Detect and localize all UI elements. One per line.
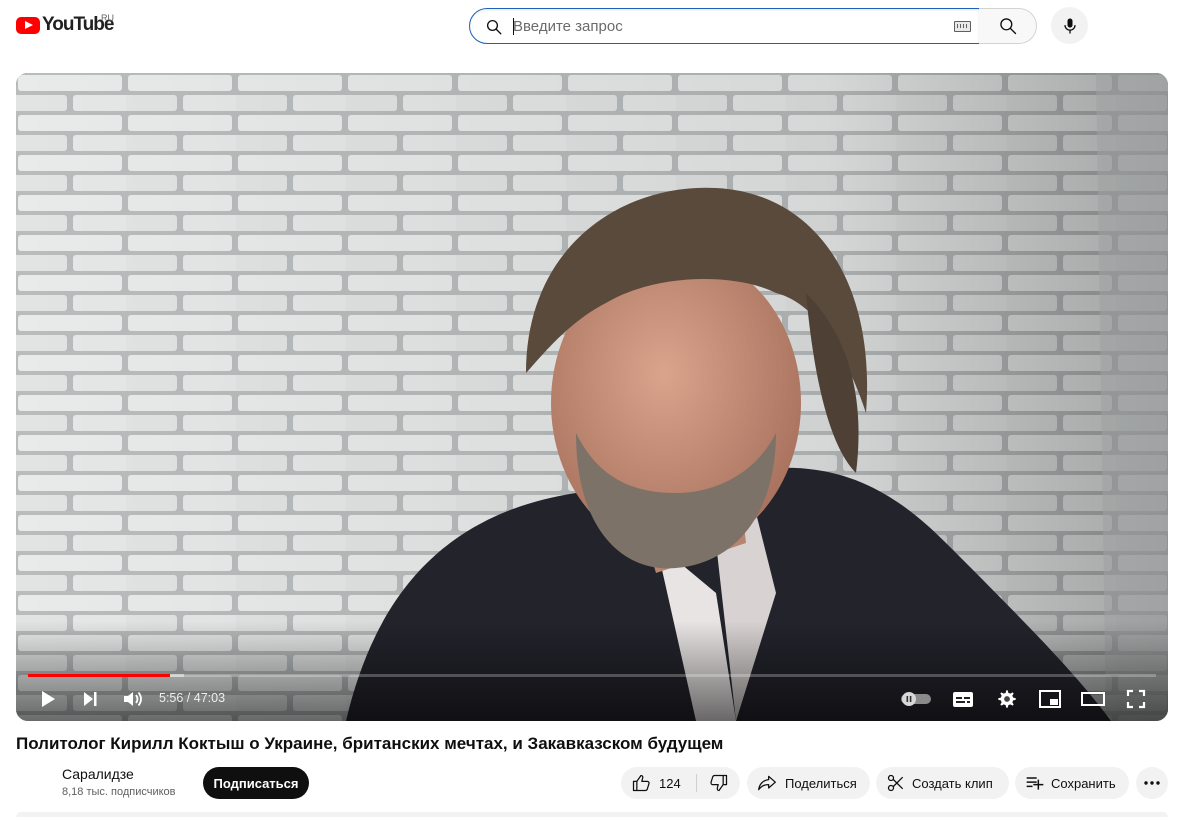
more-horizontal-icon <box>1144 781 1160 785</box>
subtitles-button[interactable] <box>949 686 977 712</box>
save-button[interactable]: Сохранить <box>1015 767 1129 799</box>
miniplayer-icon <box>1039 690 1061 708</box>
like-dislike-group: 124 <box>621 767 740 799</box>
description-box-edge <box>16 812 1168 817</box>
time-display: 5:56 / 47:03 <box>159 691 226 705</box>
fullscreen-icon <box>1126 689 1146 709</box>
region-code: RU <box>101 13 114 23</box>
dislike-button[interactable] <box>697 767 740 799</box>
search-box[interactable] <box>469 8 980 44</box>
play-button[interactable] <box>34 686 62 712</box>
subtitles-icon <box>953 691 973 707</box>
theater-mode-icon <box>1081 692 1105 706</box>
progress-bar[interactable] <box>28 674 1156 677</box>
search-icon <box>999 18 1016 35</box>
save-label: Сохранить <box>1051 775 1116 791</box>
fullscreen-button[interactable] <box>1122 686 1150 712</box>
voice-search-button[interactable] <box>1051 7 1088 44</box>
thumbs-down-icon <box>709 774 727 792</box>
channel-name[interactable]: Саралидзе <box>62 766 134 782</box>
share-icon <box>758 775 776 791</box>
autoplay-toggle[interactable] <box>900 686 932 712</box>
like-count: 124 <box>659 775 681 791</box>
theater-mode-button[interactable] <box>1078 686 1108 712</box>
share-button[interactable]: Поделиться <box>747 767 870 799</box>
volume-icon <box>124 691 142 707</box>
next-button[interactable] <box>76 686 104 712</box>
progress-played <box>28 674 171 677</box>
text-caret <box>513 18 514 35</box>
create-clip-button[interactable]: Создать клип <box>876 767 1009 799</box>
play-icon <box>42 691 55 707</box>
youtube-logo[interactable]: YouTube <box>16 14 114 36</box>
search-button[interactable] <box>979 8 1037 44</box>
clip-label: Создать клип <box>912 775 993 791</box>
video-title: Политолог Кирилл Коктыш о Украине, брита… <box>16 734 724 753</box>
autoplay-toggle-icon <box>901 692 931 706</box>
search-input[interactable] <box>513 9 943 43</box>
mute-button[interactable] <box>119 686 147 712</box>
settings-button[interactable] <box>993 686 1021 712</box>
like-button[interactable]: 124 <box>621 767 696 799</box>
more-actions-button[interactable] <box>1136 767 1168 799</box>
thumbs-up-icon <box>632 774 650 792</box>
scissors-icon <box>887 774 904 792</box>
skip-next-icon <box>84 692 97 706</box>
video-player[interactable]: 5:56 / 47:03 <box>16 73 1168 721</box>
subscribe-button[interactable]: Подписаться <box>203 767 309 799</box>
microphone-icon <box>1063 18 1076 33</box>
search-icon <box>486 19 502 35</box>
miniplayer-button[interactable] <box>1036 686 1064 712</box>
youtube-play-logo-icon <box>16 16 40 34</box>
subscriber-count: 8,18 тыс. подписчиков <box>62 786 176 798</box>
playlist-add-icon <box>1026 777 1044 790</box>
keyboard-icon[interactable] <box>954 21 971 32</box>
masthead: YouTube RU <box>0 0 1179 56</box>
gear-icon <box>998 690 1016 708</box>
share-label: Поделиться <box>785 775 857 791</box>
